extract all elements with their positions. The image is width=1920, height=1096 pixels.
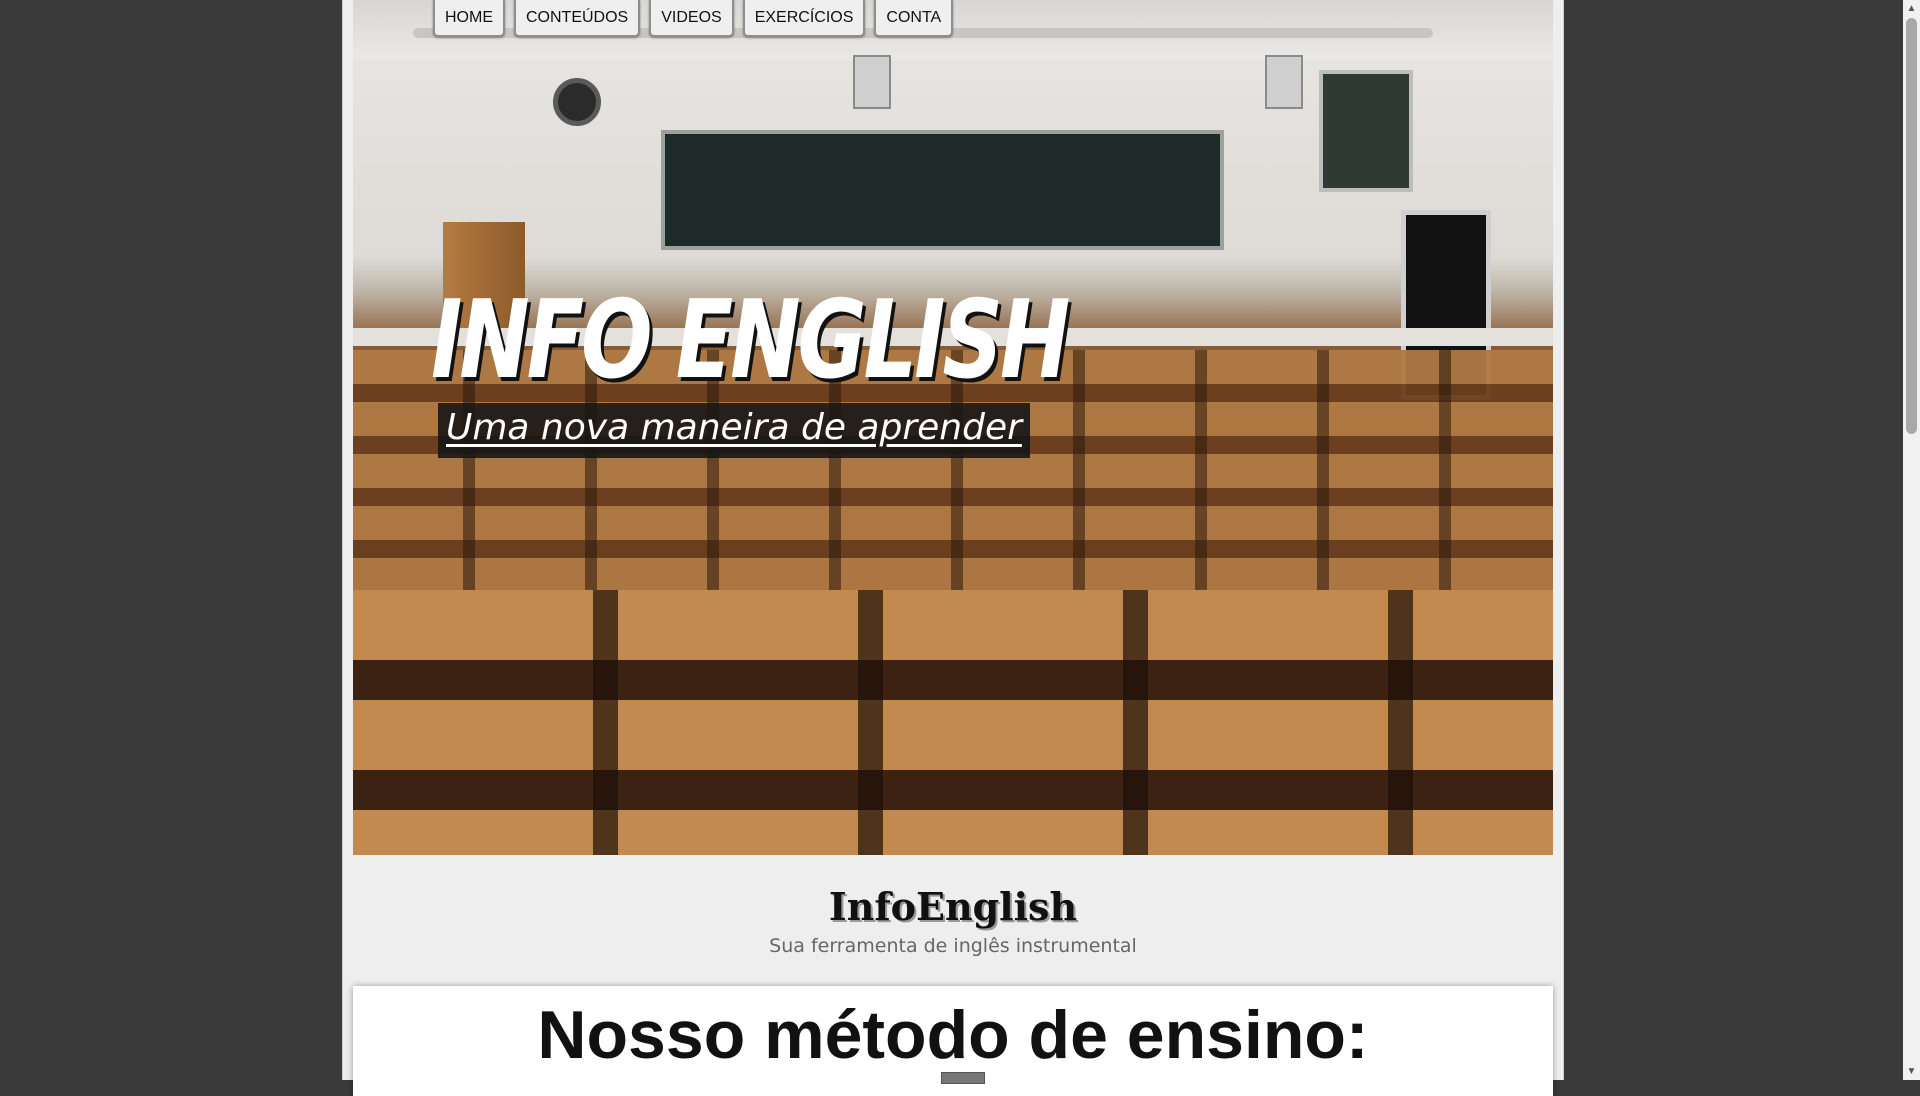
hero-photo-front-seats <box>353 590 1553 855</box>
nav-exercicios-button[interactable]: EXERCÍCIOS <box>742 0 866 37</box>
card-image-placeholder <box>941 1072 985 1084</box>
scroll-up-arrow-icon[interactable]: ▲ <box>1903 0 1920 17</box>
hero-photo-speaker <box>853 55 891 109</box>
nav-home-button[interactable]: HOME <box>433 0 505 37</box>
hero-photo-speaker <box>1265 55 1303 109</box>
brand-tagline: Sua ferramenta de inglês instrumental <box>769 935 1137 957</box>
vertical-scrollbar[interactable]: ▲ ▼ <box>1903 0 1920 1080</box>
hero-title: INFO ENGLISH <box>431 278 1070 403</box>
section-title: Nosso método de ensino: <box>537 997 1369 1073</box>
page-container: HOME CONTEÚDOS VIDEOS EXERCÍCIOS CONTA I… <box>342 0 1564 1096</box>
scrollbar-thumb[interactable] <box>1906 18 1917 434</box>
hero-photo-clock <box>553 78 601 126</box>
hero-photo-window <box>1319 70 1413 192</box>
hero-subtitle: Uma nova maneira de aprender <box>438 403 1030 458</box>
main-nav: HOME CONTEÚDOS VIDEOS EXERCÍCIOS CONTA <box>433 0 954 37</box>
scroll-down-arrow-icon[interactable]: ▼ <box>1903 1063 1920 1080</box>
nav-conta-button[interactable]: CONTA <box>874 0 954 37</box>
nav-conteudos-button[interactable]: CONTEÚDOS <box>514 0 641 37</box>
hero-banner: INFO ENGLISH Uma nova maneira de aprende… <box>353 0 1553 855</box>
hero-photo-blackboard <box>661 130 1224 250</box>
brand-name: InfoEnglish <box>828 884 1078 929</box>
nav-videos-button[interactable]: VIDEOS <box>649 0 734 37</box>
